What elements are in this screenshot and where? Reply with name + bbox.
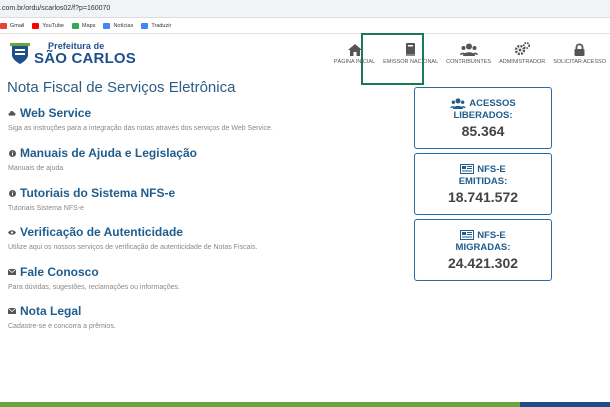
section-web-service: Web Service Siga as instruções para a in… [8,106,273,132]
stat-emitidas-label-2: EMITIDAS: [458,175,508,187]
bookmarks-bar: Gmail YouTube Maps Notícias Traduzir [0,18,610,34]
verificacao-link[interactable]: Verificação de Autenticidade [8,225,257,239]
footer-bar-accent [520,402,610,407]
newspaper-icon [460,164,475,174]
nav-administrador[interactable]: ADMINISTRADOR [495,42,549,65]
web-service-link[interactable]: Web Service [8,106,273,120]
stat-migradas-value: 24.421.302 [447,254,519,271]
stat-emitidas-label: NFS-E [477,163,506,175]
manuais-link[interactable]: Manuais de Ajuda e Legislação [8,146,197,160]
url-text: .com.br/ordu/scarlos02/f?p=160070 [0,5,111,12]
cloud-icon [8,109,16,117]
city-crest-icon [10,43,30,64]
news-icon [103,22,111,29]
lock-icon [574,42,585,56]
users-icon [459,42,478,56]
footer-bar [0,402,520,407]
envelope-icon [8,268,16,276]
gears-icon [514,42,531,56]
maps-icon [72,22,79,29]
stat-card-emitidas: NFS-E EMITIDAS: 18.741.572 [414,153,552,215]
section-fale-conosco: Fale Conosco Para dúvidas, sugestões, re… [8,265,180,291]
site-header: Prefeitura de SÃO CARLOS PÁGINA INICIAL … [0,34,610,76]
bookmark-noticias[interactable]: Notícias [103,22,133,29]
bookmark-maps[interactable]: Maps [72,22,95,29]
eye-icon [8,228,16,236]
bookmark-gmail[interactable]: Gmail [0,22,24,29]
emissor-nacional-highlight [361,33,424,85]
nota-legal-description: Cadastre-se e concorra a prêmios. [8,323,116,330]
stat-card-migradas: NFS-E MIGRADAS: 24.421.302 [414,219,552,281]
stat-card-acessos: ACESSOS LIBERADOS: 85.364 [414,87,552,149]
info-icon [8,149,16,157]
stat-migradas-label-2: MIGRADAS: [455,241,511,253]
stat-acessos-label: ACESSOS [469,97,516,109]
section-tutoriais: Tutoriais do Sistema NFS-e Tutoriais Sis… [8,186,175,212]
gmail-icon [0,22,7,29]
users-icon [450,97,466,109]
logo-sao-carlos: SÃO CARLOS [34,50,137,67]
bookmark-youtube[interactable]: YouTube [32,22,64,29]
stat-migradas-label: NFS-E [477,229,506,241]
section-manuais: Manuais de Ajuda e Legislação Manuais de… [8,146,197,172]
newspaper-icon [460,230,475,240]
web-service-description: Siga as instruções para a integração das… [8,125,273,132]
bookmark-traduzir[interactable]: Traduzir [141,22,171,29]
nav-solicitar-acesso[interactable]: SOLICITAR ACESSO [549,42,610,65]
section-verificacao: Verificação de Autenticidade Utilize aqu… [8,225,257,251]
nav-contribuintes[interactable]: CONTRIBUINTES [442,42,495,65]
youtube-icon [32,22,40,29]
tutoriais-description: Tutoriais Sistema NFS-e [8,205,84,212]
nota-legal-link[interactable]: Nota Legal [8,304,116,318]
fale-conosco-description: Para dúvidas, sugestões, reclamações ou … [8,284,180,291]
address-bar[interactable]: .com.br/ordu/scarlos02/f?p=160070 [0,0,610,18]
stat-emitidas-value: 18.741.572 [447,188,519,205]
page-title: Nota Fiscal de Serviços Eletrônica [7,79,236,96]
envelope-icon [8,307,16,315]
section-nota-legal: Nota Legal Cadastre-se e concorra a prêm… [8,304,116,330]
fale-conosco-link[interactable]: Fale Conosco [8,265,180,279]
translate-icon [141,22,149,29]
verificacao-description: Utilize aqui os nossos serviços de verif… [8,244,258,251]
tutoriais-link[interactable]: Tutoriais do Sistema NFS-e [8,186,175,200]
site-logo[interactable]: Prefeitura de SÃO CARLOS [10,42,136,66]
home-icon [347,42,362,56]
stat-acessos-label-2: LIBERADOS: [453,109,513,121]
info-icon [8,189,16,197]
manuais-description: Manuais de ajuda [8,165,64,172]
stat-acessos-value: 85.364 [461,122,505,139]
